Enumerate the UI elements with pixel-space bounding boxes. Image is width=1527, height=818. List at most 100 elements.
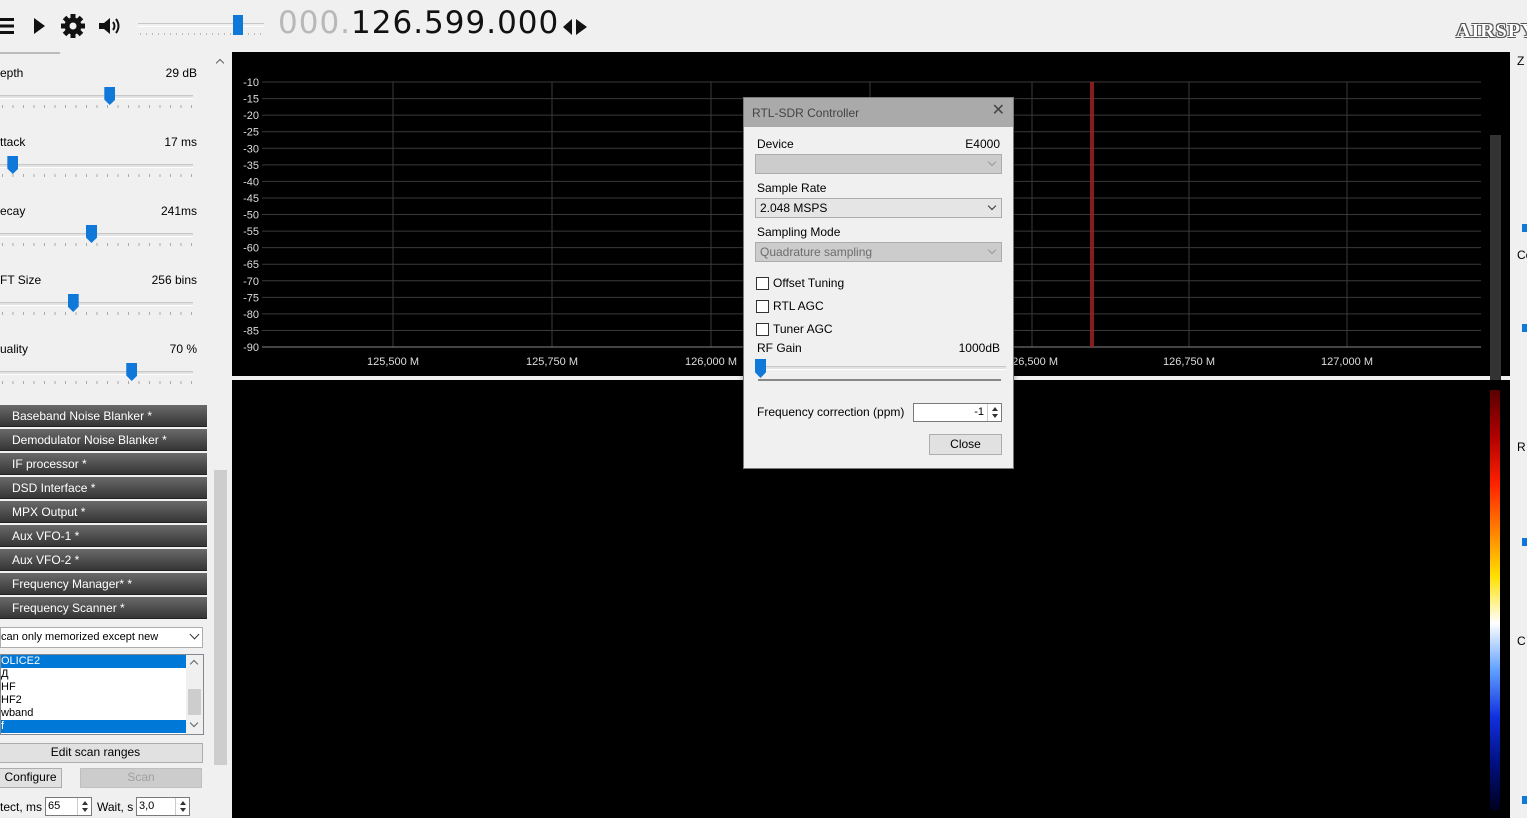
right-slider-thumb[interactable]	[1522, 224, 1527, 232]
slider-thumb[interactable]	[67, 294, 79, 312]
volume-slider-thumb[interactable]	[233, 15, 244, 35]
rf-gain-slider-ticks	[758, 379, 1001, 381]
gear-icon[interactable]	[59, 12, 87, 40]
slider-ticks	[2, 105, 192, 108]
slider-quality[interactable]: uality 70 %	[0, 342, 205, 404]
slider-thumb[interactable]	[86, 225, 97, 243]
scan-mode-select[interactable]: can only memorized except new	[0, 627, 203, 648]
close-icon[interactable]: ✕	[992, 103, 1005, 119]
rf-gain-slider-thumb[interactable]	[755, 359, 766, 378]
slider-track[interactable]	[0, 164, 193, 168]
left-panel-scrollbar[interactable]	[212, 52, 229, 818]
list-item[interactable]: OLICE2	[1, 655, 186, 668]
scrollbar-thumb[interactable]	[214, 470, 227, 765]
waterfall-color-scale	[1490, 390, 1500, 810]
spectrum-x-tick-label: 127,000 M	[1321, 356, 1373, 368]
slider-attack[interactable]: ttack 17 ms	[0, 135, 205, 197]
offset-tuning-checkbox[interactable]	[756, 277, 769, 290]
scroll-up-icon[interactable]	[189, 659, 199, 669]
stepper-up-icon[interactable]	[180, 801, 186, 805]
scroll-down-icon[interactable]	[189, 718, 199, 728]
spectrum-range-bar[interactable]	[1490, 135, 1501, 399]
slider-label: FT Size	[0, 273, 42, 287]
list-scrollbar[interactable]	[186, 655, 203, 734]
stepper-down-icon[interactable]	[82, 808, 88, 812]
right-slider-thumb[interactable]	[1522, 324, 1527, 332]
slider-value: 29 dB	[165, 66, 197, 80]
section-demodulator-noise-blanker[interactable]: Demodulator Noise Blanker *	[0, 429, 207, 451]
slider-track[interactable]	[0, 95, 193, 99]
spectrum-y-tick-label: -85	[243, 325, 259, 337]
speaker-icon[interactable]	[96, 12, 124, 40]
right-edge-label: C	[1517, 634, 1526, 648]
rtl-agc-checkbox[interactable]	[756, 300, 769, 313]
section-aux-vfo-2[interactable]: Aux VFO-2 *	[0, 549, 207, 571]
slider-track[interactable]	[0, 302, 193, 306]
stepper-buttons[interactable]	[175, 798, 189, 815]
slider-thumb[interactable]	[126, 363, 138, 381]
tuner-agc-checkbox[interactable]	[756, 323, 769, 336]
wait-stepper[interactable]: 3,0	[136, 797, 190, 816]
frequency-correction-stepper[interactable]: -1	[913, 403, 1002, 422]
scroll-up-icon[interactable]	[215, 58, 225, 68]
section-dsd-interface[interactable]: DSD Interface *	[0, 477, 207, 499]
scan-range-list[interactable]: OLICE2 Д HF HF2 wband f	[0, 654, 204, 735]
list-item[interactable]: Д	[1, 668, 186, 681]
section-frequency-manager[interactable]: Frequency Manager* *	[0, 573, 207, 595]
detect-stepper[interactable]: 65	[45, 797, 92, 816]
configure-button[interactable]: Configure	[0, 768, 62, 788]
section-if-processor[interactable]: IF processor *	[0, 453, 207, 475]
offset-tuning-label[interactable]: Offset Tuning	[773, 276, 844, 290]
list-item[interactable]: HF	[1, 681, 186, 694]
stepper-up-icon[interactable]	[992, 407, 998, 411]
spectrum-y-tick-label: -25	[243, 127, 259, 139]
volume-slider-track[interactable]	[138, 23, 264, 27]
rtl-agc-label[interactable]: RTL AGC	[773, 299, 824, 313]
stepper-up-icon[interactable]	[82, 801, 88, 805]
slider-ticks	[2, 174, 192, 177]
frequency-leading-zeros[interactable]: 000.	[278, 5, 351, 41]
device-select[interactable]	[755, 154, 1002, 174]
rf-gain-value: 1000dB	[958, 341, 1000, 355]
stepper-buttons[interactable]	[987, 404, 1001, 421]
right-slider-thumb[interactable]	[1522, 796, 1527, 804]
edit-scan-ranges-button[interactable]: Edit scan ranges	[0, 743, 203, 763]
spectrum-y-tick-label: -15	[243, 94, 259, 106]
slider-thumb[interactable]	[7, 156, 19, 174]
frequency-value[interactable]: 126.599.000	[351, 5, 559, 41]
stepper-down-icon[interactable]	[992, 414, 998, 418]
tuner-agc-label[interactable]: Tuner AGC	[773, 322, 833, 336]
close-button[interactable]: Close	[929, 434, 1002, 455]
sdr-sharp-window: 000.126.599.000 AIRSPY epth 29 dB ttack …	[0, 0, 1527, 818]
slider-decay[interactable]: ecay 241ms	[0, 204, 205, 266]
slider-track[interactable]	[0, 371, 193, 375]
airspy-logo: AIRSPY	[1456, 20, 1527, 42]
stepper-buttons[interactable]	[77, 798, 91, 815]
stepper-down-icon[interactable]	[180, 808, 186, 812]
spectrum-y-tick-label: -50	[243, 210, 259, 222]
section-mpx-output[interactable]: MPX Output *	[0, 501, 207, 523]
list-item[interactable]: HF2	[1, 694, 186, 707]
right-edge-label: Co	[1517, 248, 1527, 262]
dialog-titlebar[interactable]: RTL-SDR Controller ✕	[744, 98, 1013, 127]
tuning-arrows-icon[interactable]	[561, 16, 589, 38]
section-frequency-scanner[interactable]: Frequency Scanner *	[0, 597, 207, 619]
scrollbar-thumb[interactable]	[188, 689, 201, 715]
rf-gain-slider-track[interactable]	[758, 366, 1006, 370]
slider-thumb[interactable]	[104, 87, 116, 105]
right-slider-thumb[interactable]	[1522, 538, 1527, 546]
slider-value: 241ms	[160, 204, 197, 218]
slider-depth[interactable]: epth 29 dB	[0, 66, 205, 128]
slider-fft-size[interactable]: FT Size 256 bins	[0, 273, 205, 335]
menu-icon[interactable]	[0, 12, 20, 40]
scan-button[interactable]: Scan	[80, 768, 202, 788]
section-aux-vfo-1[interactable]: Aux VFO-1 *	[0, 525, 207, 547]
play-icon[interactable]	[26, 12, 54, 40]
sampling-mode-select[interactable]: Quadrature sampling	[755, 242, 1002, 262]
section-baseband-noise-blanker[interactable]: Baseband Noise Blanker *	[0, 405, 207, 427]
frequency-display[interactable]: 000.126.599.000	[278, 5, 559, 41]
chevron-down-icon	[987, 245, 997, 255]
list-item[interactable]: wband	[1, 707, 186, 720]
list-item[interactable]: f	[1, 720, 186, 733]
sample-rate-select[interactable]: 2.048 MSPS	[755, 198, 1002, 218]
